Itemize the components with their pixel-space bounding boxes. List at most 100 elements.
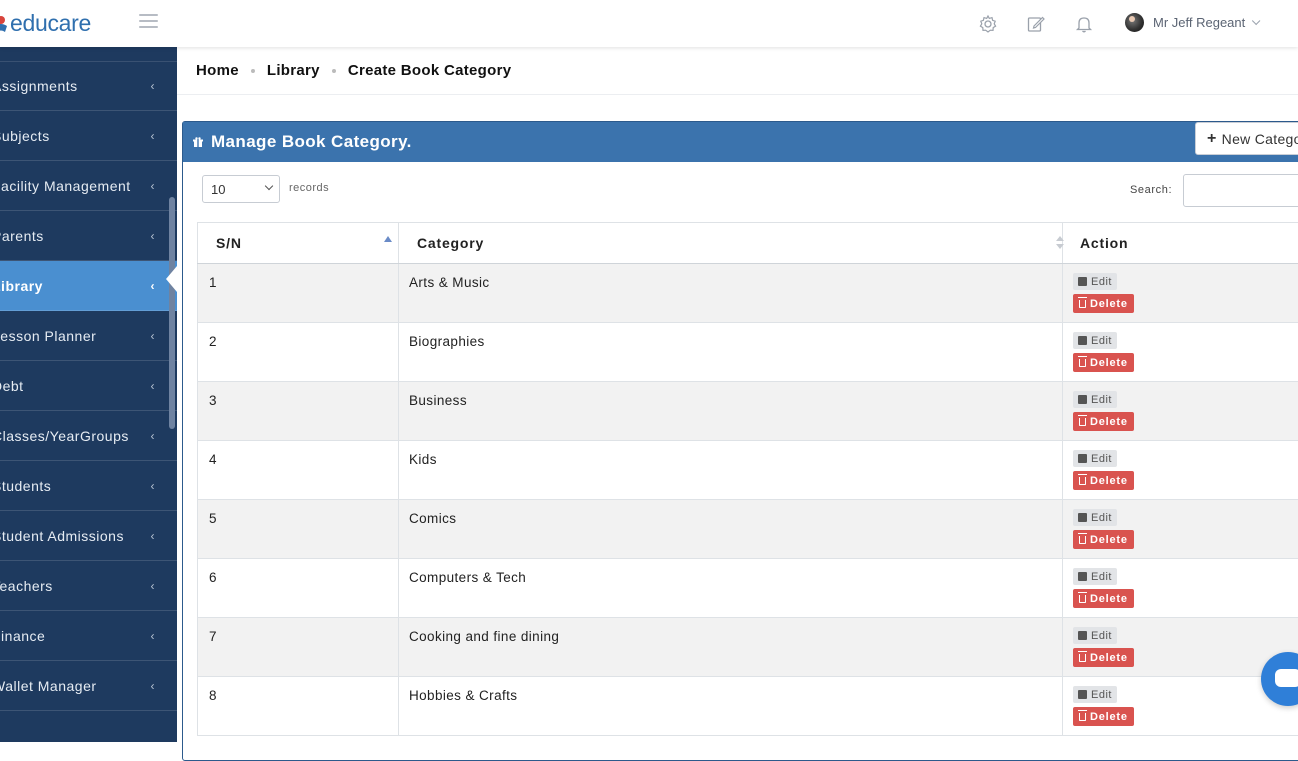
delete-label: Delete xyxy=(1090,298,1128,310)
page-length-value: 10 xyxy=(211,182,225,197)
card-header: Manage Book Category. xyxy=(183,122,1298,162)
chevron-left-icon: ‹ xyxy=(151,79,156,93)
delete-label: Delete xyxy=(1090,711,1128,723)
chevron-left-icon: ‹ xyxy=(151,179,156,193)
cell-sn: 6 xyxy=(198,559,399,618)
trash-icon xyxy=(1079,595,1086,603)
delete-button[interactable]: Delete xyxy=(1073,707,1134,726)
table-row: 8Hobbies & CraftsEditDelete xyxy=(198,677,1298,736)
sidebar-item-debt[interactable]: Debt‹ xyxy=(0,361,177,411)
delete-button[interactable]: Delete xyxy=(1073,648,1134,667)
delete-button[interactable]: Delete xyxy=(1073,589,1134,608)
column-header-category[interactable]: Category xyxy=(399,223,1063,264)
sidebar-item-label: Classes/YearGroups xyxy=(0,428,129,444)
edit-button[interactable]: Edit xyxy=(1073,450,1117,467)
cell-category: Cooking and fine dining xyxy=(399,618,1063,677)
breadcrumb-library[interactable]: Library xyxy=(267,62,320,79)
trash-icon xyxy=(1079,654,1086,662)
edit-label: Edit xyxy=(1091,335,1112,347)
chevron-down-icon xyxy=(1252,16,1260,24)
sidebar-item-label: Assignments xyxy=(0,78,78,94)
delete-button[interactable]: Delete xyxy=(1073,353,1134,372)
edit-button[interactable]: Edit xyxy=(1073,391,1117,408)
cell-category: Business xyxy=(399,382,1063,441)
cell-category: Kids xyxy=(399,441,1063,500)
breadcrumb-home[interactable]: Home xyxy=(196,62,239,79)
user-menu[interactable]: Mr Jeff Regeant xyxy=(1125,13,1257,32)
gear-icon[interactable] xyxy=(978,14,998,34)
chevron-left-icon: ‹ xyxy=(151,479,156,493)
delete-button[interactable]: Delete xyxy=(1073,294,1134,313)
trash-icon xyxy=(1079,418,1086,426)
cell-sn: 1 xyxy=(198,264,399,323)
edit-button[interactable]: Edit xyxy=(1073,273,1117,290)
edit-icon[interactable] xyxy=(1026,14,1046,34)
edit-button[interactable]: Edit xyxy=(1073,332,1117,349)
breadcrumb-separator xyxy=(332,69,336,73)
edit-icon xyxy=(1078,513,1087,522)
edit-button[interactable]: Edit xyxy=(1073,509,1117,526)
sidebar-item-student-admissions[interactable]: Student Admissions‹ xyxy=(0,511,177,561)
trash-icon xyxy=(1079,300,1086,308)
breadcrumb-current: Create Book Category xyxy=(348,62,512,79)
sidebar-item-label: Parents xyxy=(0,228,44,244)
sidebar-item-students[interactable]: Students‹ xyxy=(0,461,177,511)
column-header-sn[interactable]: S/N xyxy=(198,223,399,264)
sidebar-item-facility-management[interactable]: Facility Management‹ xyxy=(0,161,177,211)
page-length-select[interactable]: 10 xyxy=(202,175,280,203)
bell-icon[interactable] xyxy=(1074,14,1094,34)
logo-text: educare xyxy=(10,10,91,37)
edit-button[interactable]: Edit xyxy=(1073,627,1117,644)
edit-icon xyxy=(1078,336,1087,345)
sidebar-item-label: Wallet Manager xyxy=(0,678,97,694)
sidebar-item-lesson-planner[interactable]: Lesson Planner‹ xyxy=(0,311,177,361)
edit-button[interactable]: Edit xyxy=(1073,686,1117,703)
delete-button[interactable]: Delete xyxy=(1073,471,1134,490)
delete-label: Delete xyxy=(1090,475,1128,487)
sidebar-item-finance[interactable]: Finance‹ xyxy=(0,611,177,661)
sidebar-item-wallet-manager[interactable]: Wallet Manager‹ xyxy=(0,661,177,711)
search-input[interactable] xyxy=(1183,174,1298,207)
sidebar-item-subjects[interactable]: Subjects‹ xyxy=(0,111,177,161)
breadcrumb-divider xyxy=(177,94,1298,95)
column-header-action-label: Action xyxy=(1080,235,1128,251)
column-header-action: Action xyxy=(1063,223,1298,264)
breadcrumb-separator xyxy=(251,69,255,73)
edit-icon xyxy=(1078,395,1087,404)
chevron-left-icon: ‹ xyxy=(151,579,156,593)
cell-action: Edit Delete xyxy=(1063,441,1298,500)
cell-action: Edit Delete xyxy=(1063,264,1298,323)
sidebar-item-assignments[interactable]: Assignments ‹ xyxy=(0,61,177,111)
chevron-left-icon: ‹ xyxy=(151,529,156,543)
edit-icon xyxy=(1078,454,1087,463)
sidebar-item-parents[interactable]: Parents‹ xyxy=(0,211,177,261)
sidebar-scrollbar[interactable] xyxy=(169,197,175,429)
sidebar-item-library[interactable]: Library‹ xyxy=(0,261,177,311)
delete-button[interactable]: Delete xyxy=(1073,412,1134,431)
active-item-notch xyxy=(166,266,177,292)
trash-icon xyxy=(1079,477,1086,485)
delete-label: Delete xyxy=(1090,357,1128,369)
sidebar-item-label: Teachers xyxy=(0,578,53,594)
logo[interactable]: educare xyxy=(0,10,91,37)
edit-label: Edit xyxy=(1091,453,1112,465)
menu-toggle-icon[interactable] xyxy=(139,14,158,28)
sidebar-item-classes-yeargroups[interactable]: Classes/YearGroups‹ xyxy=(0,411,177,461)
delete-label: Delete xyxy=(1090,534,1128,546)
sidebar-item-label: Lesson Planner xyxy=(0,328,96,344)
chevron-down-icon xyxy=(265,182,273,190)
delete-label: Delete xyxy=(1090,416,1128,428)
edit-label: Edit xyxy=(1091,630,1112,642)
table-row: 6Computers & TechEditDelete xyxy=(198,559,1298,618)
search-label: Search: xyxy=(1130,184,1172,196)
trash-icon xyxy=(1079,713,1086,721)
cell-action: Edit Delete xyxy=(1063,382,1298,441)
sort-ascending-icon xyxy=(384,236,392,242)
edit-button[interactable]: Edit xyxy=(1073,568,1117,585)
table-row: 1Arts & MusicEditDelete xyxy=(198,264,1298,323)
records-label: records xyxy=(289,182,329,194)
delete-button[interactable]: Delete xyxy=(1073,530,1134,549)
sidebar-item-teachers[interactable]: Teachers ‹ xyxy=(0,561,177,611)
new-category-button[interactable]: + New Category xyxy=(1195,122,1298,155)
table-row: 2BiographiesEditDelete xyxy=(198,323,1298,382)
